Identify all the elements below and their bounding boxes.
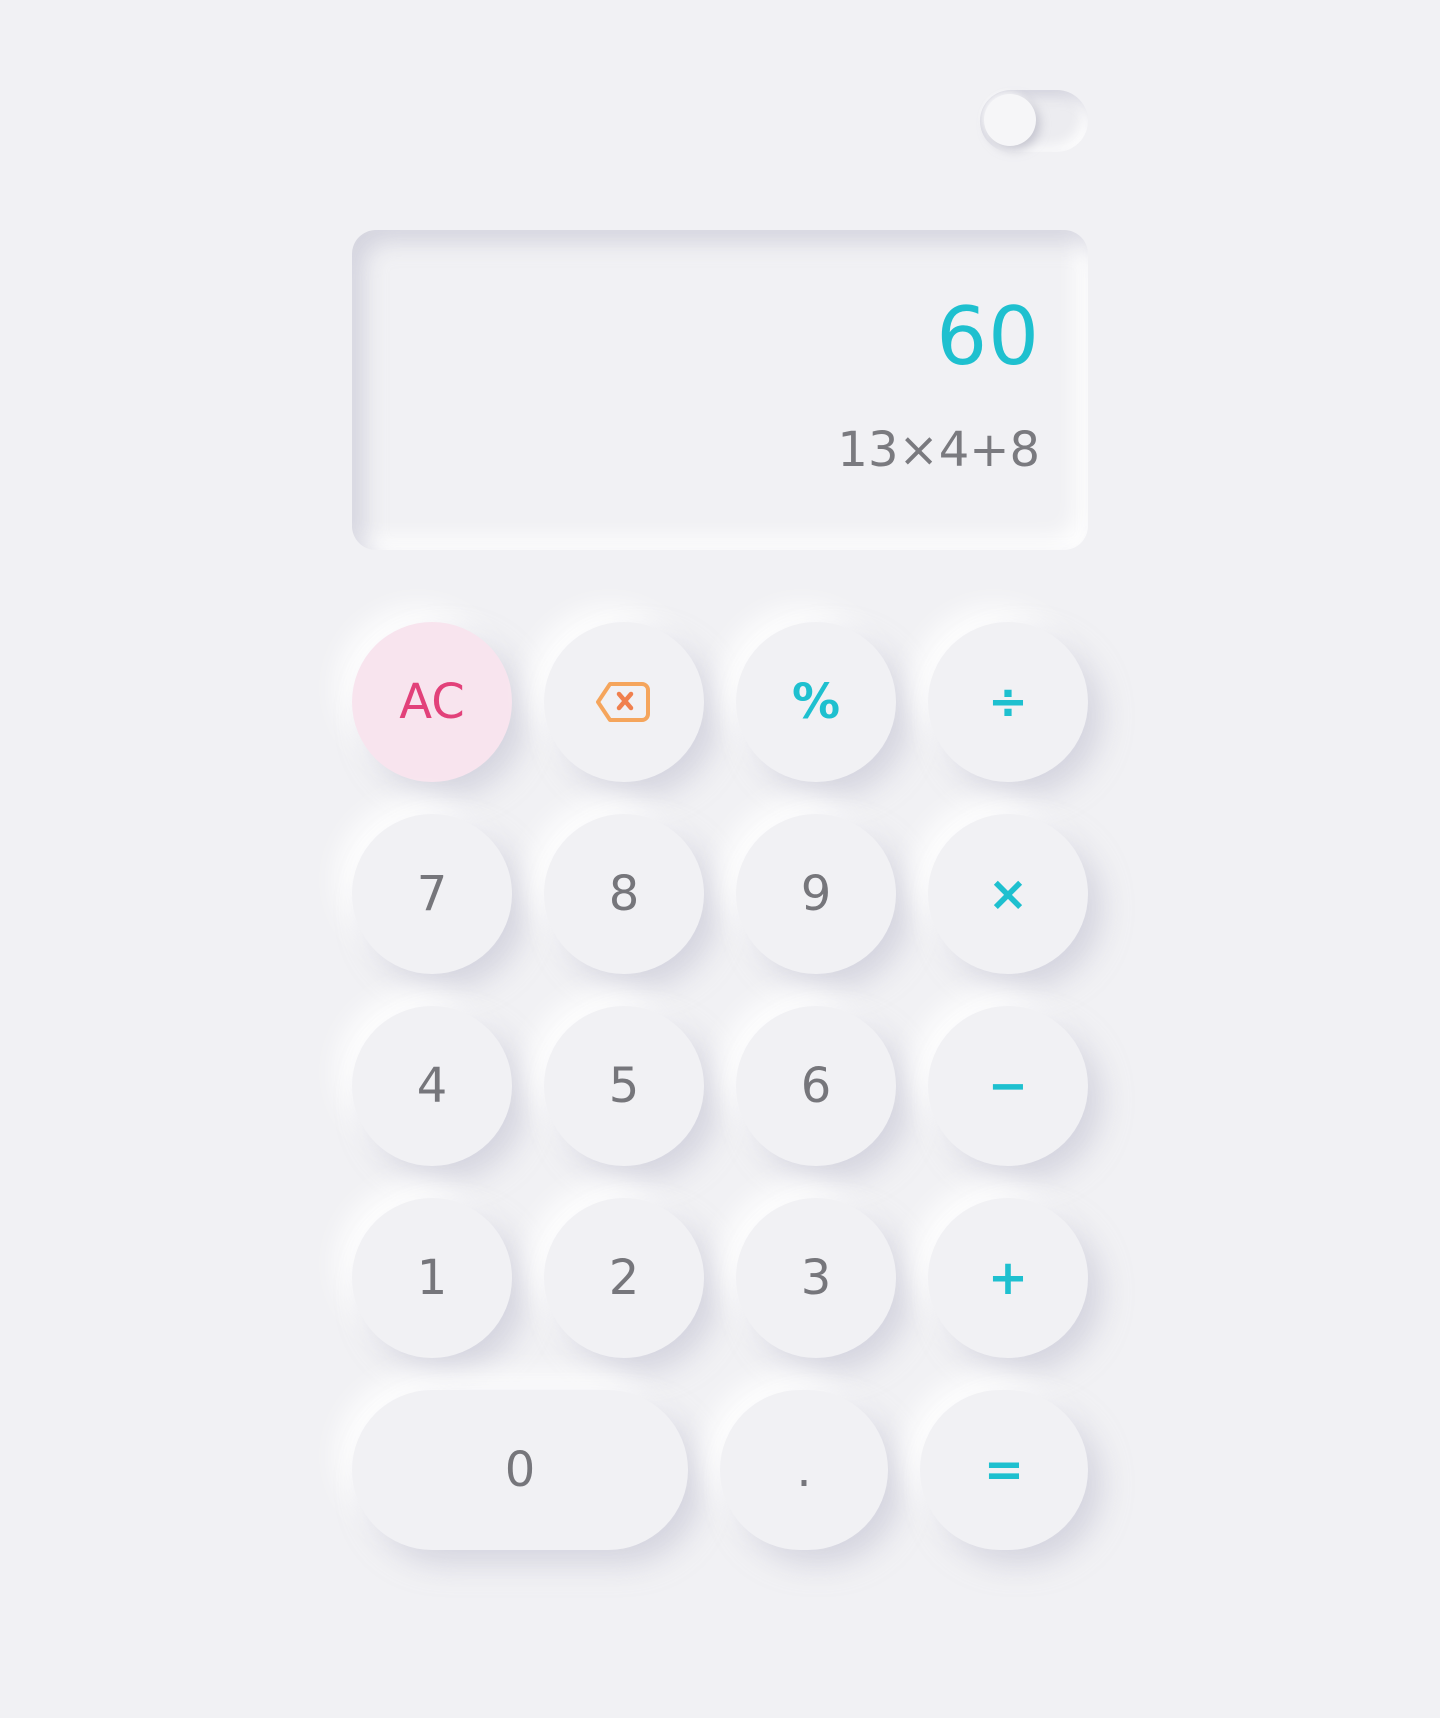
theme-toggle-knob (984, 94, 1036, 146)
percent-button[interactable]: % (736, 622, 896, 782)
digit-4-label: 4 (416, 1058, 448, 1114)
digit-8-label: 8 (608, 866, 640, 922)
calculator-display: 60 13×4+8 (352, 230, 1088, 550)
digit-7-button[interactable]: 7 (352, 814, 512, 974)
digit-5-label: 5 (608, 1058, 640, 1114)
digit-2-button[interactable]: 2 (544, 1198, 704, 1358)
digit-0-button[interactable]: 0 (352, 1390, 688, 1550)
minus-label: − (987, 1058, 1029, 1114)
divide-button[interactable]: ÷ (928, 622, 1088, 782)
digit-9-button[interactable]: 9 (736, 814, 896, 974)
divide-label: ÷ (987, 674, 1029, 730)
clear-label: AC (399, 674, 465, 730)
digit-5-button[interactable]: 5 (544, 1006, 704, 1166)
backspace-button[interactable] (544, 622, 704, 782)
display-result: 60 (936, 290, 1040, 383)
digit-7-label: 7 (416, 866, 448, 922)
theme-toggle[interactable] (980, 90, 1088, 152)
digit-3-button[interactable]: 3 (736, 1198, 896, 1358)
plus-label: + (987, 1250, 1029, 1306)
digit-1-button[interactable]: 1 (352, 1198, 512, 1358)
minus-button[interactable]: − (928, 1006, 1088, 1166)
multiply-button[interactable]: × (928, 814, 1088, 974)
digit-0-label: 0 (504, 1442, 536, 1498)
digit-8-button[interactable]: 8 (544, 814, 704, 974)
digit-3-label: 3 (800, 1250, 832, 1306)
digit-9-label: 9 (800, 866, 832, 922)
decimal-label: . (796, 1442, 812, 1498)
digit-6-label: 6 (800, 1058, 832, 1114)
clear-button[interactable]: AC (352, 622, 512, 782)
equals-button[interactable]: = (920, 1390, 1088, 1550)
percent-label: % (791, 674, 841, 730)
equals-label: = (983, 1442, 1025, 1498)
digit-4-button[interactable]: 4 (352, 1006, 512, 1166)
decimal-button[interactable]: . (720, 1390, 888, 1550)
digit-6-button[interactable]: 6 (736, 1006, 896, 1166)
plus-button[interactable]: + (928, 1198, 1088, 1358)
digit-2-label: 2 (608, 1250, 640, 1306)
multiply-label: × (987, 866, 1029, 922)
backspace-icon (596, 682, 650, 722)
digit-1-label: 1 (416, 1250, 448, 1306)
display-expression: 13×4+8 (837, 422, 1040, 478)
